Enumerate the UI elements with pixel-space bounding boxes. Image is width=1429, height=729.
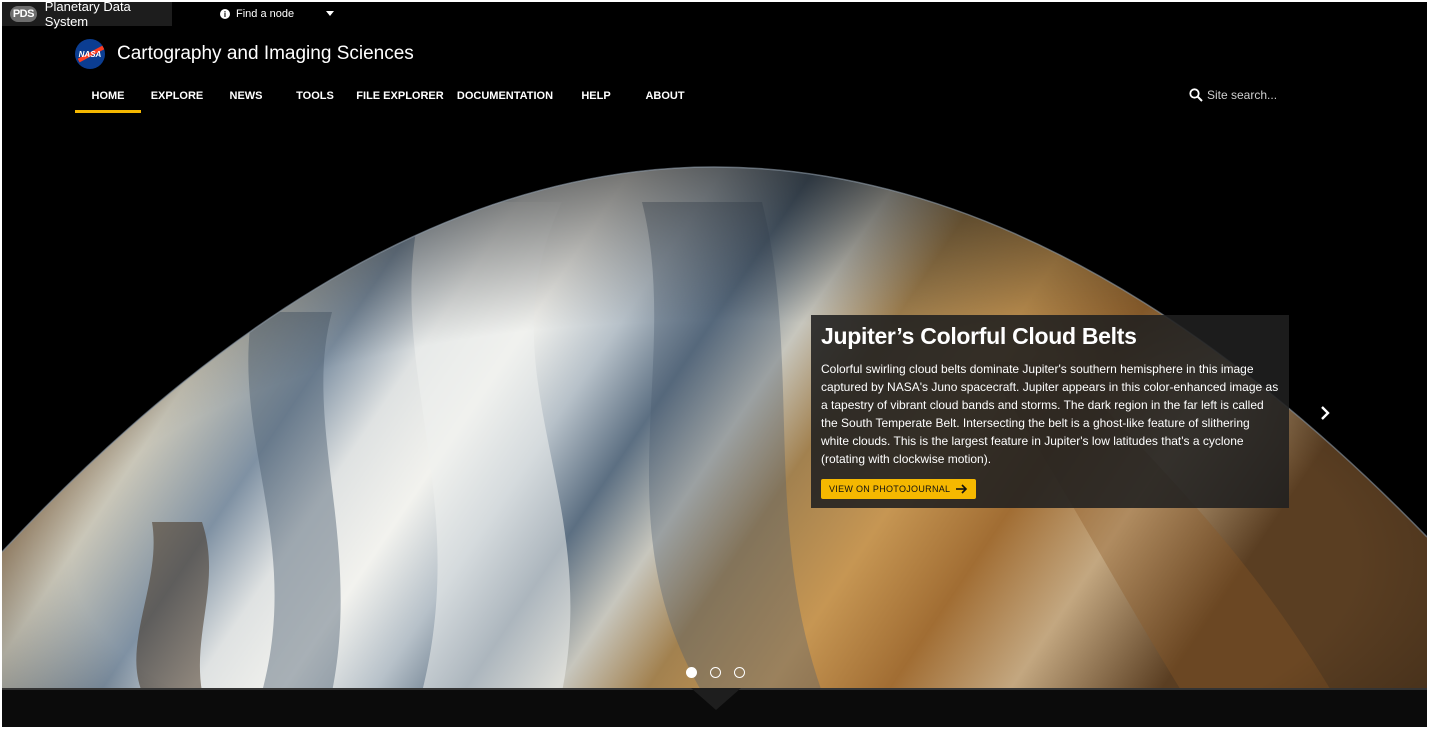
site-search (1189, 88, 1297, 102)
site-title[interactable]: Cartography and Imaging Sciences (117, 43, 414, 65)
find-node-label: Find a node (236, 8, 295, 20)
page: PDS Planetary Data System i Find a node … (2, 2, 1427, 727)
tab-help[interactable]: HELP (561, 86, 631, 106)
tab-home[interactable]: HOME (75, 86, 141, 113)
carousel-dot-2[interactable] (710, 667, 721, 678)
tab-explore[interactable]: EXPLORE (141, 86, 213, 106)
carousel-dot-1[interactable] (686, 667, 697, 678)
site-header: NASA Cartography and Imaging Sciences (75, 38, 414, 70)
tab-documentation[interactable]: DOCUMENTATION (449, 86, 561, 106)
pds-logo: PDS (10, 6, 37, 22)
carousel-indicators (686, 667, 758, 678)
carousel-dot-3[interactable] (734, 667, 745, 678)
info-icon: i (220, 9, 230, 19)
nasa-logo[interactable]: NASA (75, 39, 105, 69)
chevron-right-icon[interactable] (1318, 404, 1332, 422)
tab-news[interactable]: NEWS (213, 86, 279, 106)
slide-description: Colorful swirling cloud belts dominate J… (821, 362, 1279, 466)
caret-down-icon (326, 11, 334, 16)
hero-bottom-notch (691, 688, 741, 710)
pds-title: Planetary Data System (44, 2, 131, 29)
arrow-right-icon (956, 484, 968, 494)
slide-title: Jupiter’s Colorful Cloud Belts (821, 323, 1137, 349)
tab-about[interactable]: ABOUT (631, 86, 699, 106)
pds-home-link[interactable]: PDS Planetary Data System (2, 2, 172, 29)
slide-caption: Jupiter’s Colorful Cloud Belts Colorful … (811, 315, 1289, 508)
pds-top-bar: PDS Planetary Data System i Find a node (2, 2, 1427, 29)
view-on-photojournal-button[interactable]: VIEW ON PHOTOJOURNAL (821, 479, 977, 499)
search-input[interactable] (1207, 88, 1297, 102)
find-node-dropdown[interactable]: i Find a node (220, 2, 340, 26)
photojournal-button-label: VIEW ON PHOTOJOURNAL (829, 484, 951, 494)
nasa-logo-text: NASA (78, 49, 102, 59)
tab-file-explorer[interactable]: FILE EXPLORER (351, 86, 449, 106)
main-nav: HOME EXPLORE NEWS TOOLS FILE EXPLORER DO… (75, 86, 699, 114)
search-icon[interactable] (1189, 88, 1203, 102)
tab-tools[interactable]: TOOLS (279, 86, 351, 106)
